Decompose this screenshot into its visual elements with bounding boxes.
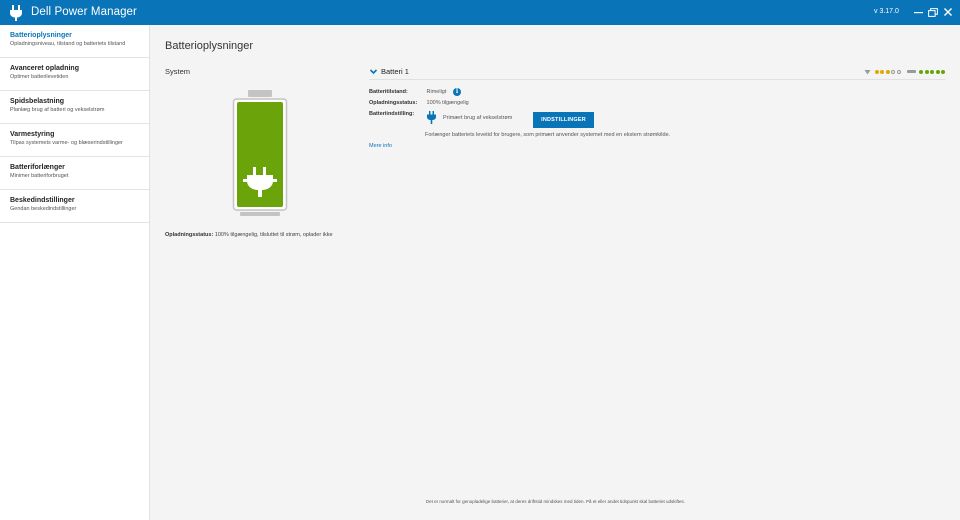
sidebar-item-peak-shift[interactable]: Spidsbelastning Planlæg brug af batteri … — [0, 91, 149, 124]
sidebar-item-alert-settings[interactable]: Beskedindstillinger Gendan beskedindstil… — [0, 190, 149, 223]
sidebar-item-title: Batteriforlænger — [10, 164, 65, 171]
plug-icon — [10, 5, 22, 21]
more-info-link[interactable]: Mere info — [369, 143, 392, 149]
sidebar-item-thermal-management[interactable]: Varmestyring Tilpas systemets varme- og … — [0, 124, 149, 157]
battery-setting-value: Primært brug af vekselstrøm — [443, 115, 513, 121]
battery-health-label: Batteritilstand: — [369, 89, 408, 95]
health-dot — [896, 69, 901, 74]
close-button[interactable] — [941, 4, 955, 20]
sidebar-item-advanced-charging[interactable]: Avanceret opladning Optimer batterilevet… — [0, 58, 149, 91]
battery-setting-row: Batteriindstilling: — [369, 111, 425, 117]
sidebar-item-title: Batterioplysninger — [10, 32, 72, 39]
sidebar-item-subtitle: Opladningsniveau, tilstand og batteriets… — [10, 41, 126, 47]
footer-note: Det er normalt for genopladelige batteri… — [425, 499, 686, 504]
sidebar-item-battery-extender[interactable]: Batteriforlænger Minimer batteriforbruge… — [0, 157, 149, 190]
charging-status-value: 100% tilgængelig, tilsluttet til strøm, … — [214, 232, 333, 238]
battery-health-row: Batteritilstand: Rimeligt — [369, 89, 446, 95]
sidebar-item-title: Avanceret opladning — [10, 65, 79, 72]
ac-plug-icon — [427, 111, 436, 124]
charge-dot — [935, 69, 940, 74]
charging-status-line: Opladningsstatus: 100% tilgængelig, tils… — [165, 232, 333, 238]
main-content: Batterioplysninger System Opladningsstat… — [151, 25, 960, 520]
charge-dot — [941, 69, 945, 74]
battery-setting-description: Forlænger batteriets levetid for brugere… — [425, 132, 671, 138]
page-title: Batterioplysninger — [165, 40, 254, 52]
sidebar-item-title: Beskedindstillinger — [10, 197, 75, 204]
health-dot — [880, 69, 884, 74]
battery-1-header[interactable]: Batteri 1 — [369, 65, 945, 80]
sidebar-item-subtitle: Minimer batteriforbruget — [10, 173, 69, 179]
app-title: Dell Power Manager — [31, 6, 137, 18]
minimize-icon — [913, 11, 923, 13]
minimize-button[interactable] — [911, 4, 925, 20]
battery-bar-icon — [906, 70, 916, 73]
info-icon[interactable]: i — [453, 88, 461, 96]
charging-status-label: Opladningsstatus: — [165, 232, 214, 238]
restore-button[interactable] — [926, 4, 940, 20]
sidebar-item-battery-info[interactable]: Batterioplysninger Opladningsniveau, til… — [0, 25, 149, 58]
charging-status-row-label: Opladningsstatus: — [369, 100, 418, 106]
health-dot — [891, 69, 895, 74]
sidebar-item-subtitle: Optimer batterilevetiden — [10, 74, 69, 80]
sidebar-item-subtitle: Tilpas systemets varme- og blæserindstil… — [10, 140, 123, 146]
charge-dot — [930, 69, 934, 74]
charge-dot — [924, 69, 929, 74]
version-label: v 3.17.0 — [874, 8, 899, 15]
sidebar: Batterioplysninger Opladningsniveau, til… — [0, 25, 150, 520]
sidebar-item-subtitle: Planlæg brug af batteri og vekselstrøm — [10, 107, 105, 113]
charging-status-row-value: 100% tilgængelig — [426, 100, 469, 106]
charge-dots — [918, 69, 945, 74]
battery-setting-label: Batteriindstilling: — [369, 111, 415, 117]
title-bar: Dell Power Manager v 3.17.0 — [0, 0, 960, 25]
chevron-down-icon — [369, 69, 378, 75]
settings-button[interactable]: INDSTILLINGER — [533, 112, 594, 128]
battery-1-title: Batteri 1 — [381, 67, 409, 76]
restore-icon — [928, 7, 938, 17]
battery-indicators — [864, 68, 945, 75]
health-dot — [885, 69, 890, 74]
charging-status-row: Opladningsstatus: 100% tilgængelig — [369, 100, 469, 106]
sidebar-item-subtitle: Gendan beskedindstillinger — [10, 206, 77, 212]
battery-health-value: Rimeligt — [426, 89, 447, 95]
charge-dot — [919, 69, 923, 74]
sidebar-item-title: Varmestyring — [10, 131, 55, 138]
health-dot — [874, 69, 879, 74]
health-dots — [873, 69, 901, 74]
system-section-label: System — [165, 67, 191, 76]
heart-icon — [864, 69, 871, 74]
close-icon — [944, 8, 952, 16]
battery-icon — [232, 90, 288, 216]
sidebar-item-title: Spidsbelastning — [10, 98, 65, 105]
